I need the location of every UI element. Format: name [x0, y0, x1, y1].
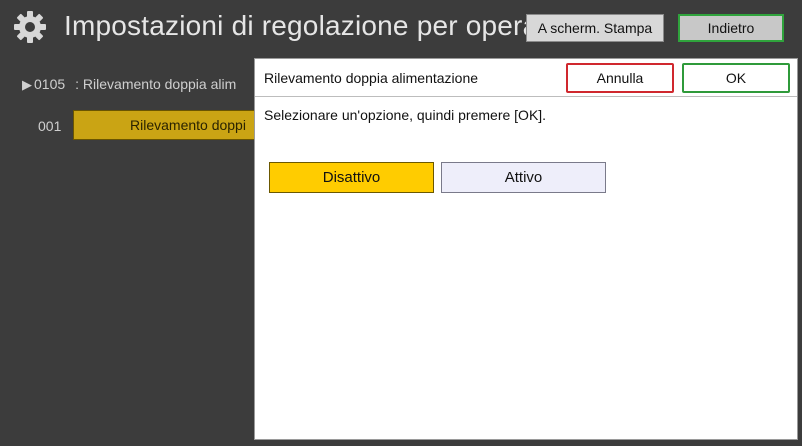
dialog-prompt: Selezionare un'opzione, quindi premere [… [264, 107, 547, 123]
option-disattivo-button[interactable]: Disattivo [269, 162, 434, 193]
page-title: Impostazioni di regolazione per operator… [64, 10, 579, 41]
print-screen-button[interactable]: A scherm. Stampa [526, 14, 664, 42]
ok-button[interactable]: OK [682, 63, 790, 93]
header-bar: Impostazioni di regolazione per operator… [0, 0, 802, 54]
setting-name: : Rilevamento doppia alim [75, 76, 237, 92]
option-attivo-button[interactable]: Attivo [441, 162, 606, 193]
triangle-right-icon: ▶ [22, 77, 32, 92]
dialog-header: Rilevamento doppia alimentazione Annulla… [255, 59, 797, 97]
back-button[interactable]: Indietro [678, 14, 784, 42]
setting-code: 0105 [34, 76, 66, 92]
cancel-button[interactable]: Annulla [566, 63, 674, 93]
setting-heading: ▶ 0105 : Rilevamento doppia alim [22, 76, 236, 93]
gear-icon [12, 9, 48, 45]
dialog-title: Rilevamento doppia alimentazione [264, 70, 479, 86]
item-number: 001 [38, 118, 62, 134]
screen: Impostazioni di regolazione per operator… [0, 0, 802, 446]
option-dialog: Rilevamento doppia alimentazione Annulla… [254, 58, 798, 440]
